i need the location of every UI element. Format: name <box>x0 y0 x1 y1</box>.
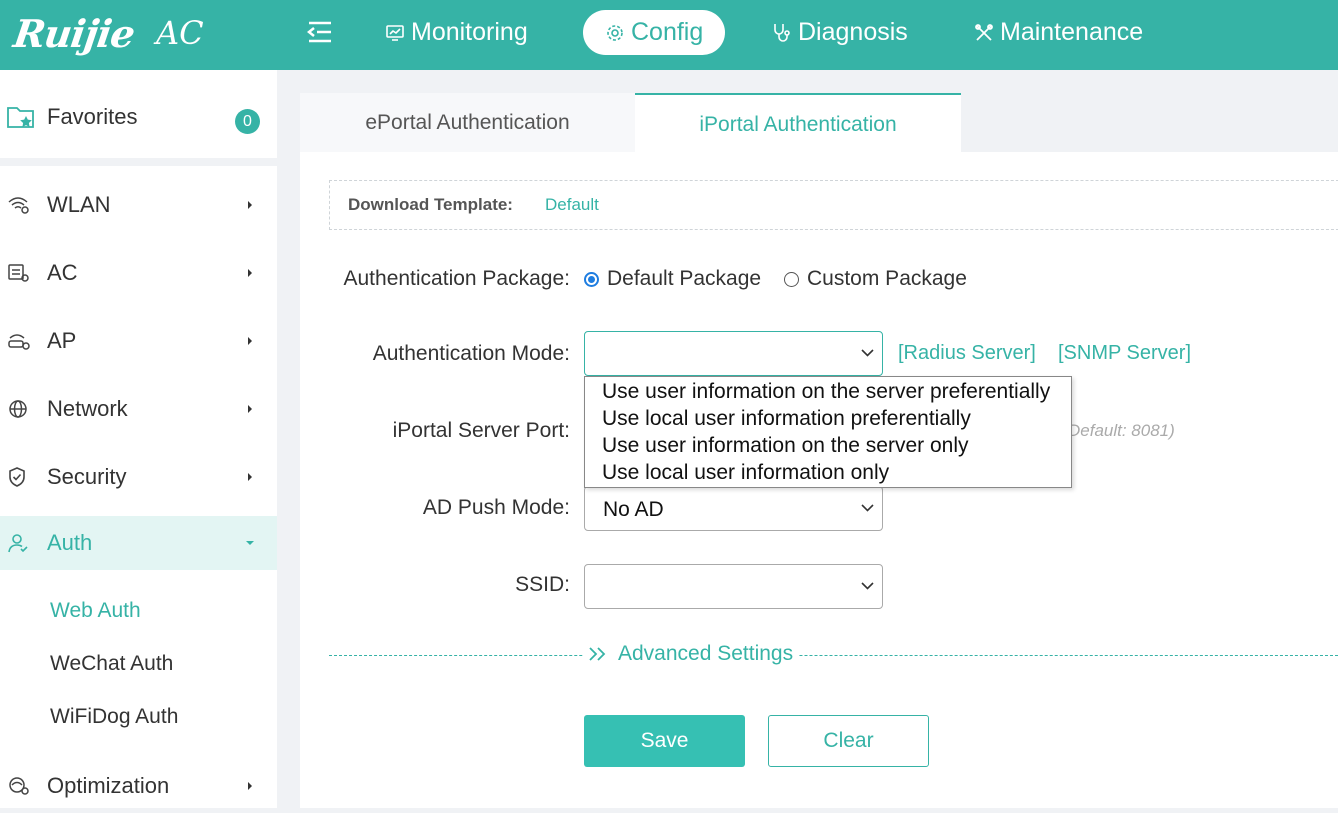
sidebar-item-auth[interactable]: Auth <box>0 516 277 570</box>
caret-right-icon <box>248 269 252 277</box>
caret-right-icon <box>248 405 252 413</box>
nav-config[interactable]: Config <box>583 10 726 55</box>
chevron-down-icon <box>861 504 874 512</box>
ad-push-mode-label: AD Push Mode: <box>422 496 570 519</box>
tools-icon <box>975 23 993 41</box>
radio-default-package[interactable]: Default Package <box>584 267 761 291</box>
globe-icon <box>9 400 27 418</box>
tab-bar: ePortal Authentication iPortal Authentic… <box>300 93 1338 152</box>
shield-icon <box>9 467 25 487</box>
snmp-server-link[interactable]: [SNMP Server] <box>1058 342 1191 365</box>
auth-mode-select[interactable] <box>584 331 883 376</box>
caret-right-icon <box>248 337 252 345</box>
ssid-label: SSID: <box>515 573 570 596</box>
auth-package-label: Authentication Package: <box>343 267 571 290</box>
chevron-down-icon <box>861 349 874 357</box>
download-template-default-link[interactable]: Default <box>545 195 599 215</box>
ac-device-icon <box>8 264 29 282</box>
auth-mode-option[interactable]: Use user information on the server only <box>602 434 969 458</box>
sidebar-item-label: Optimization <box>47 773 170 798</box>
auth-mode-dropdown: Use user information on the server prefe… <box>584 376 1072 488</box>
auth-mode-option[interactable]: Use local user information only <box>602 461 889 485</box>
nav-monitoring-label: Monitoring <box>411 18 528 46</box>
save-button[interactable]: Save <box>584 715 745 767</box>
radio-default-package-label: Default Package <box>607 267 762 290</box>
chevron-down-icon <box>861 582 874 590</box>
ad-push-mode-select[interactable]: No AD <box>584 486 883 531</box>
nav-diagnosis[interactable]: Diagnosis <box>772 10 908 55</box>
sidebar-item-ac[interactable]: AC <box>0 246 277 300</box>
product-name: AC <box>156 14 204 52</box>
folder-star-icon <box>7 107 34 128</box>
sidebar-item-label: Security <box>47 464 127 489</box>
caret-right-icon <box>248 782 252 790</box>
tab-iportal-authentication[interactable]: iPortal Authentication <box>635 93 961 152</box>
monitor-icon <box>386 24 404 41</box>
wifi-settings-icon <box>8 197 29 214</box>
sidebar-item-label: Network <box>47 396 128 421</box>
sidebar-item-label: AP <box>47 328 77 353</box>
radio-custom-package[interactable]: Custom Package <box>784 267 967 291</box>
gear-icon <box>607 24 623 41</box>
favorites-label: Favorites <box>47 104 138 129</box>
radio-checked-icon <box>584 271 599 287</box>
ap-device-icon <box>8 334 30 350</box>
sidebar-item-label: WLAN <box>47 192 111 217</box>
logo[interactable]: Ruijie AC <box>10 8 204 58</box>
sidebar-item-network[interactable]: Network <box>0 382 277 436</box>
user-icon <box>8 534 28 553</box>
sidebar-item-security[interactable]: Security <box>0 450 277 504</box>
sidebar-item-ap[interactable]: AP <box>0 314 277 368</box>
double-chevron-right-icon <box>589 647 606 661</box>
caret-right-icon <box>248 473 252 481</box>
stethoscope-icon <box>774 23 790 42</box>
nav-monitoring[interactable]: Monitoring <box>385 10 528 55</box>
sidebar-item-optimization[interactable]: Optimization <box>0 759 277 813</box>
nav-maintenance[interactable]: Maintenance <box>974 10 1143 55</box>
top-bar: Ruijie AC Monitoring Config Diagnosis Ma… <box>0 0 1338 70</box>
clear-button[interactable]: Clear <box>768 715 929 767</box>
sidebar-subitem-wifidog-auth[interactable]: WiFiDog Auth <box>50 705 178 729</box>
ssid-select[interactable] <box>584 564 883 609</box>
ad-push-mode-value: No AD <box>603 498 664 521</box>
radius-server-link[interactable]: [Radius Server] <box>898 342 1036 365</box>
sidebar: Favorites 0 WLAN AC AP Network Security … <box>0 70 277 808</box>
advanced-settings-toggle[interactable]: Advanced Settings <box>584 642 800 666</box>
main-panel: ePortal Authentication iPortal Authentic… <box>300 93 1338 808</box>
advanced-settings-label: Advanced Settings <box>618 642 794 665</box>
radio-custom-package-label: Custom Package <box>807 267 967 290</box>
optimize-icon <box>9 777 29 795</box>
brand-logo: Ruijie <box>10 10 138 56</box>
radio-unchecked-icon <box>784 271 799 287</box>
auth-mode-option[interactable]: Use user information on the server prefe… <box>602 380 1050 404</box>
sidebar-item-wlan[interactable]: WLAN <box>0 178 277 232</box>
nav-config-label: Config <box>631 18 704 46</box>
menu-collapse-icon[interactable] <box>306 20 334 44</box>
server-port-hint: Default: 8081) <box>1068 421 1175 440</box>
server-port-label: iPortal Server Port: <box>392 419 570 442</box>
download-template-label: Download Template: <box>348 195 513 214</box>
caret-down-icon <box>246 541 254 545</box>
sidebar-subitem-web-auth[interactable]: Web Auth <box>50 599 141 623</box>
auth-mode-label: Authentication Mode: <box>372 342 570 365</box>
favorites[interactable]: Favorites 0 <box>0 70 277 166</box>
tab-eportal-authentication[interactable]: ePortal Authentication <box>300 93 636 152</box>
auth-mode-option[interactable]: Use local user information preferentiall… <box>602 407 971 431</box>
caret-right-icon <box>248 201 252 209</box>
nav-diagnosis-label: Diagnosis <box>798 18 908 46</box>
favorites-count-badge: 0 <box>235 109 260 134</box>
advanced-divider <box>329 655 1338 656</box>
sidebar-item-label: Auth <box>47 530 93 555</box>
sidebar-item-label: AC <box>47 260 78 285</box>
nav-maintenance-label: Maintenance <box>1000 18 1144 46</box>
sidebar-subitem-wechat-auth[interactable]: WeChat Auth <box>50 652 173 676</box>
download-template-box: Download Template: Default <box>329 180 1338 230</box>
